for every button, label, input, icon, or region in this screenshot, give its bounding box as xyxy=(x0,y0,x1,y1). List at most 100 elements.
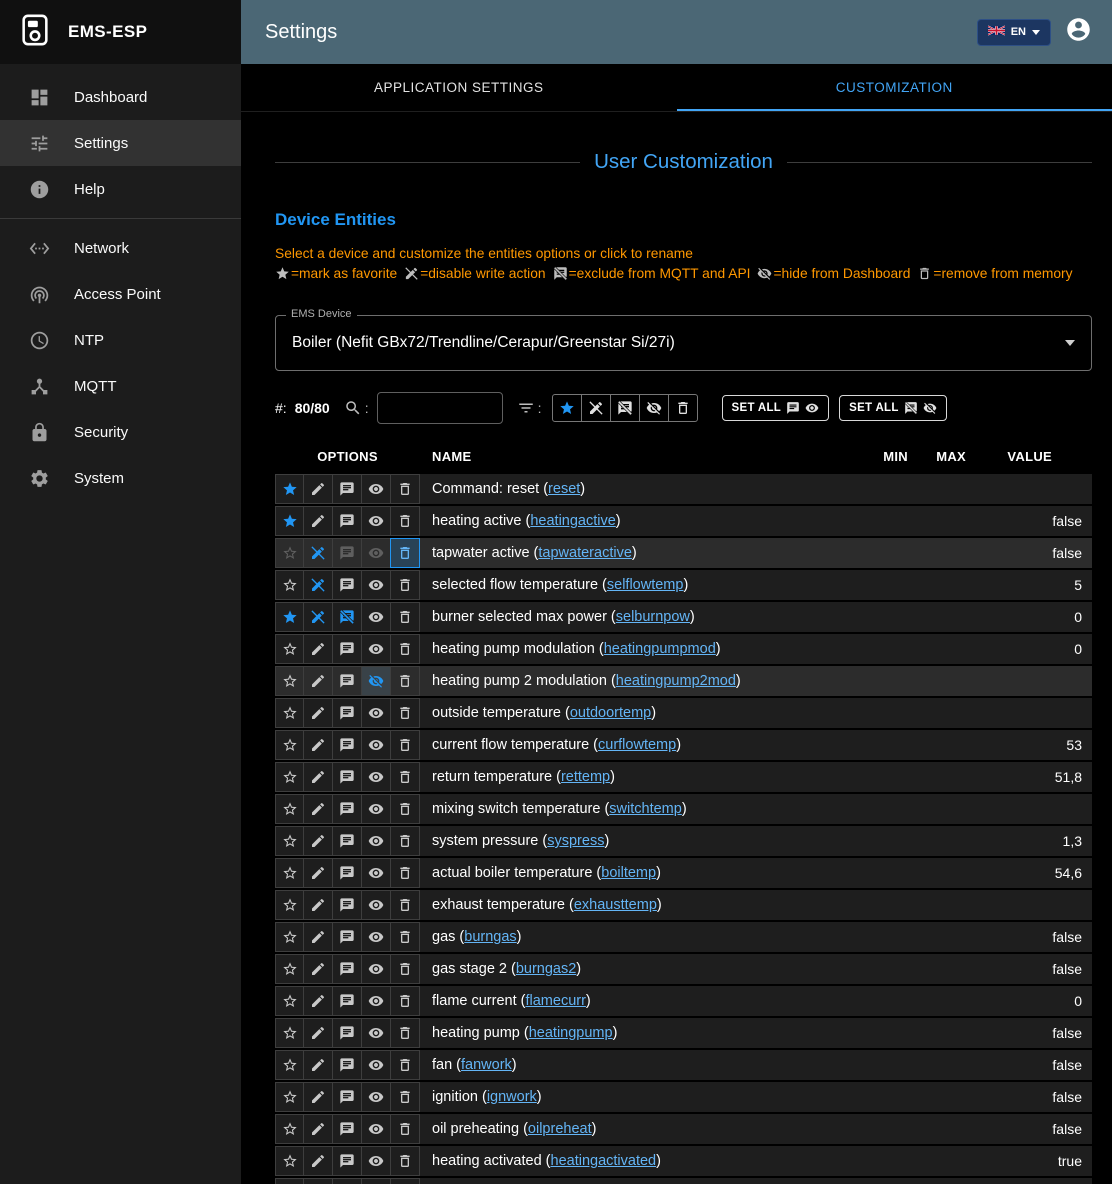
mqtt-toggle[interactable] xyxy=(332,1018,362,1048)
mqtt-toggle[interactable] xyxy=(332,890,362,920)
write-toggle[interactable] xyxy=(303,634,333,664)
write-toggle[interactable] xyxy=(303,602,333,632)
write-toggle[interactable] xyxy=(303,666,333,696)
delete-toggle[interactable] xyxy=(390,762,420,792)
favorite-toggle[interactable] xyxy=(275,890,304,920)
write-toggle[interactable] xyxy=(303,922,333,952)
delete-toggle[interactable] xyxy=(390,474,420,504)
visibility-toggle[interactable] xyxy=(361,1114,391,1144)
mqtt-toggle[interactable] xyxy=(332,1050,362,1080)
delete-toggle[interactable] xyxy=(390,634,420,664)
sidebar-item-dashboard[interactable]: Dashboard xyxy=(0,74,241,120)
mqtt-toggle[interactable] xyxy=(332,474,362,504)
delete-toggle[interactable] xyxy=(390,890,420,920)
entity-shortname-link[interactable]: exhausttemp xyxy=(574,897,657,913)
entity-shortname-link[interactable]: curflowtemp xyxy=(598,737,676,753)
favorite-toggle[interactable] xyxy=(275,1050,304,1080)
entity-name[interactable]: heating pump 2 modulation (heatingpump2m… xyxy=(420,666,840,696)
favorite-toggle[interactable] xyxy=(275,826,304,856)
write-toggle[interactable] xyxy=(303,1018,333,1048)
set-all-show-button[interactable]: SET ALL xyxy=(722,395,830,421)
entity-name[interactable]: ignition (ignwork) xyxy=(420,1082,840,1112)
favorite-toggle[interactable] xyxy=(275,666,304,696)
sidebar-item-settings[interactable]: Settings xyxy=(0,120,241,166)
visibility-toggle[interactable] xyxy=(361,858,391,888)
visibility-toggle[interactable] xyxy=(361,666,391,696)
mqtt-toggle[interactable] xyxy=(332,570,362,600)
entity-name[interactable]: tapwater active (tapwateractive) xyxy=(420,538,840,568)
entity-shortname-link[interactable]: heatingpump2mod xyxy=(616,673,736,689)
write-toggle[interactable] xyxy=(303,1050,333,1080)
mqtt-toggle[interactable] xyxy=(332,986,362,1016)
delete-toggle[interactable] xyxy=(390,602,420,632)
visibility-toggle[interactable] xyxy=(361,762,391,792)
mqtt-toggle[interactable] xyxy=(332,858,362,888)
visibility-toggle[interactable] xyxy=(361,538,391,568)
language-button[interactable]: EN xyxy=(977,19,1051,46)
entity-shortname-link[interactable]: tapwateractive xyxy=(538,545,632,561)
entity-shortname-link[interactable]: heatingpump xyxy=(529,1025,613,1041)
entity-name[interactable]: heating active (heatingactive) xyxy=(420,506,840,536)
filter-star-button[interactable] xyxy=(552,394,582,422)
favorite-toggle[interactable] xyxy=(275,698,304,728)
mqtt-toggle[interactable] xyxy=(332,506,362,536)
visibility-toggle[interactable] xyxy=(361,730,391,760)
entity-shortname-link[interactable]: fanwork xyxy=(461,1057,512,1073)
mqtt-toggle[interactable] xyxy=(332,826,362,856)
entity-name[interactable]: actual boiler temperature (boiltemp) xyxy=(420,858,840,888)
ems-device-select[interactable]: EMS Device Boiler (Nefit GBx72/Trendline… xyxy=(275,315,1092,371)
visibility-toggle[interactable] xyxy=(361,1018,391,1048)
mqtt-toggle[interactable] xyxy=(332,762,362,792)
write-toggle[interactable] xyxy=(303,474,333,504)
mqtt-toggle[interactable] xyxy=(332,1178,362,1184)
account-button[interactable] xyxy=(1065,16,1092,48)
sidebar-item-access-point[interactable]: Access Point xyxy=(0,271,241,317)
tab-customization[interactable]: CUSTOMIZATION xyxy=(677,64,1112,111)
mqtt-toggle[interactable] xyxy=(332,1082,362,1112)
entity-name[interactable]: selected flow temperature (selflowtemp) xyxy=(420,570,840,600)
delete-toggle[interactable] xyxy=(390,858,420,888)
entity-shortname-link[interactable]: selflowtemp xyxy=(607,577,684,593)
entity-shortname-link[interactable]: switchtemp xyxy=(609,801,682,817)
write-toggle[interactable] xyxy=(303,1178,333,1184)
delete-toggle[interactable] xyxy=(390,570,420,600)
write-toggle[interactable] xyxy=(303,826,333,856)
write-toggle[interactable] xyxy=(303,794,333,824)
favorite-toggle[interactable] xyxy=(275,1178,304,1184)
filter-comment-off-button[interactable] xyxy=(610,394,640,422)
visibility-toggle[interactable] xyxy=(361,986,391,1016)
delete-toggle[interactable] xyxy=(390,794,420,824)
entity-shortname-link[interactable]: rettemp xyxy=(561,769,610,785)
favorite-toggle[interactable] xyxy=(275,474,304,504)
entity-shortname-link[interactable]: heatingactive xyxy=(530,513,615,529)
delete-toggle[interactable] xyxy=(390,538,420,568)
favorite-toggle[interactable] xyxy=(275,922,304,952)
delete-toggle[interactable] xyxy=(390,986,420,1016)
favorite-toggle[interactable] xyxy=(275,506,304,536)
tab-application-settings[interactable]: APPLICATION SETTINGS xyxy=(241,64,677,111)
delete-toggle[interactable] xyxy=(390,506,420,536)
mqtt-toggle[interactable] xyxy=(332,730,362,760)
entity-name[interactable]: heating pump (heatingpump) xyxy=(420,1018,840,1048)
mqtt-toggle[interactable] xyxy=(332,602,362,632)
visibility-toggle[interactable] xyxy=(361,954,391,984)
entity-name[interactable]: gas (burngas) xyxy=(420,922,840,952)
mqtt-toggle[interactable] xyxy=(332,954,362,984)
visibility-toggle[interactable] xyxy=(361,922,391,952)
sidebar-item-network[interactable]: Network xyxy=(0,225,241,271)
mqtt-toggle[interactable] xyxy=(332,1114,362,1144)
visibility-toggle[interactable] xyxy=(361,1178,391,1184)
favorite-toggle[interactable] xyxy=(275,986,304,1016)
write-toggle[interactable] xyxy=(303,986,333,1016)
entity-name[interactable]: current flow temperature (curflowtemp) xyxy=(420,730,840,760)
entity-shortname-link[interactable]: selburnpow xyxy=(616,609,690,625)
sidebar-item-ntp[interactable]: NTP xyxy=(0,317,241,363)
entity-shortname-link[interactable]: burngas xyxy=(464,929,516,945)
entity-name[interactable]: exhaust temperature (exhausttemp) xyxy=(420,890,840,920)
sidebar-item-mqtt[interactable]: MQTT xyxy=(0,363,241,409)
visibility-toggle[interactable] xyxy=(361,1050,391,1080)
write-toggle[interactable] xyxy=(303,698,333,728)
filter-edit-off-button[interactable] xyxy=(581,394,611,422)
entity-name[interactable]: heating pump modulation (heatingpumpmod) xyxy=(420,634,840,664)
favorite-toggle[interactable] xyxy=(275,1018,304,1048)
